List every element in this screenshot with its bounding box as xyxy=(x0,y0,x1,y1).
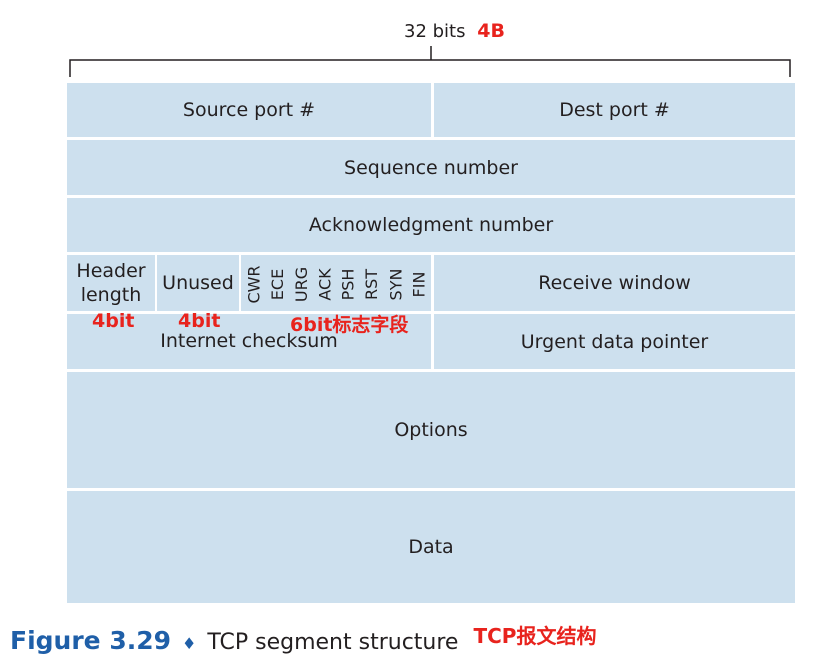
caption-diamond-icon: ♦ xyxy=(182,634,197,653)
data-field: Data xyxy=(67,491,795,603)
flag-label: ACK xyxy=(315,267,335,301)
receive-window-label: Receive window xyxy=(538,272,691,294)
flag-urg: URG xyxy=(289,258,313,310)
sequence-number-label: Sequence number xyxy=(344,156,518,179)
flag-label: URG xyxy=(291,266,311,302)
unused-bits-annotation: 4bit xyxy=(178,310,221,332)
flag-label: PSH xyxy=(338,268,358,300)
source-port-field: Source port # xyxy=(67,83,431,137)
flag-label: ECE xyxy=(268,268,288,300)
figure-label: Figure 3.29 xyxy=(10,626,172,655)
flag-ece: ECE xyxy=(266,258,290,310)
dest-port-label: Dest port # xyxy=(559,99,670,121)
options-field: Options xyxy=(67,372,795,488)
flag-label: CWR xyxy=(244,264,264,304)
flags-bits-annotation: 6bit标志字段 xyxy=(290,314,409,336)
flag-psh: PSH xyxy=(336,258,360,310)
flag-ack: ACK xyxy=(313,258,337,310)
header-length-field: Header length xyxy=(67,255,155,311)
ack-number-field: Acknowledgment number xyxy=(67,198,795,252)
unused-label: Unused xyxy=(162,272,234,294)
flag-label: RST xyxy=(362,268,382,300)
source-port-label: Source port # xyxy=(182,99,316,121)
flag-fin: FIN xyxy=(407,258,431,310)
urgent-pointer-field: Urgent data pointer xyxy=(434,314,795,369)
urgent-pointer-label: Urgent data pointer xyxy=(520,330,709,353)
ack-number-label: Acknowledgment number xyxy=(308,214,554,236)
flag-cwr: CWR xyxy=(242,258,266,310)
caption-annotation: TCP报文结构 xyxy=(473,624,597,648)
unused-field: Unused xyxy=(157,255,239,311)
data-label: Data xyxy=(408,536,454,558)
flag-rst: RST xyxy=(360,258,384,310)
sequence-number-field: Sequence number xyxy=(67,140,795,195)
flag-syn: SYN xyxy=(384,258,408,310)
dest-port-field: Dest port # xyxy=(434,83,795,137)
header-length-line1: Header xyxy=(76,260,146,282)
caption-text: TCP segment structure xyxy=(207,630,459,655)
width-bracket xyxy=(69,46,791,77)
flag-label: SYN xyxy=(386,268,406,300)
flag-label: FIN xyxy=(409,271,429,297)
header-bits-annotation: 4bit xyxy=(92,310,135,332)
figure-caption: Figure 3.29 ♦ TCP segment structure TCP报… xyxy=(10,624,597,655)
header-length-line2: length xyxy=(80,284,142,306)
options-label: Options xyxy=(394,419,468,441)
receive-window-field: Receive window xyxy=(434,255,795,311)
